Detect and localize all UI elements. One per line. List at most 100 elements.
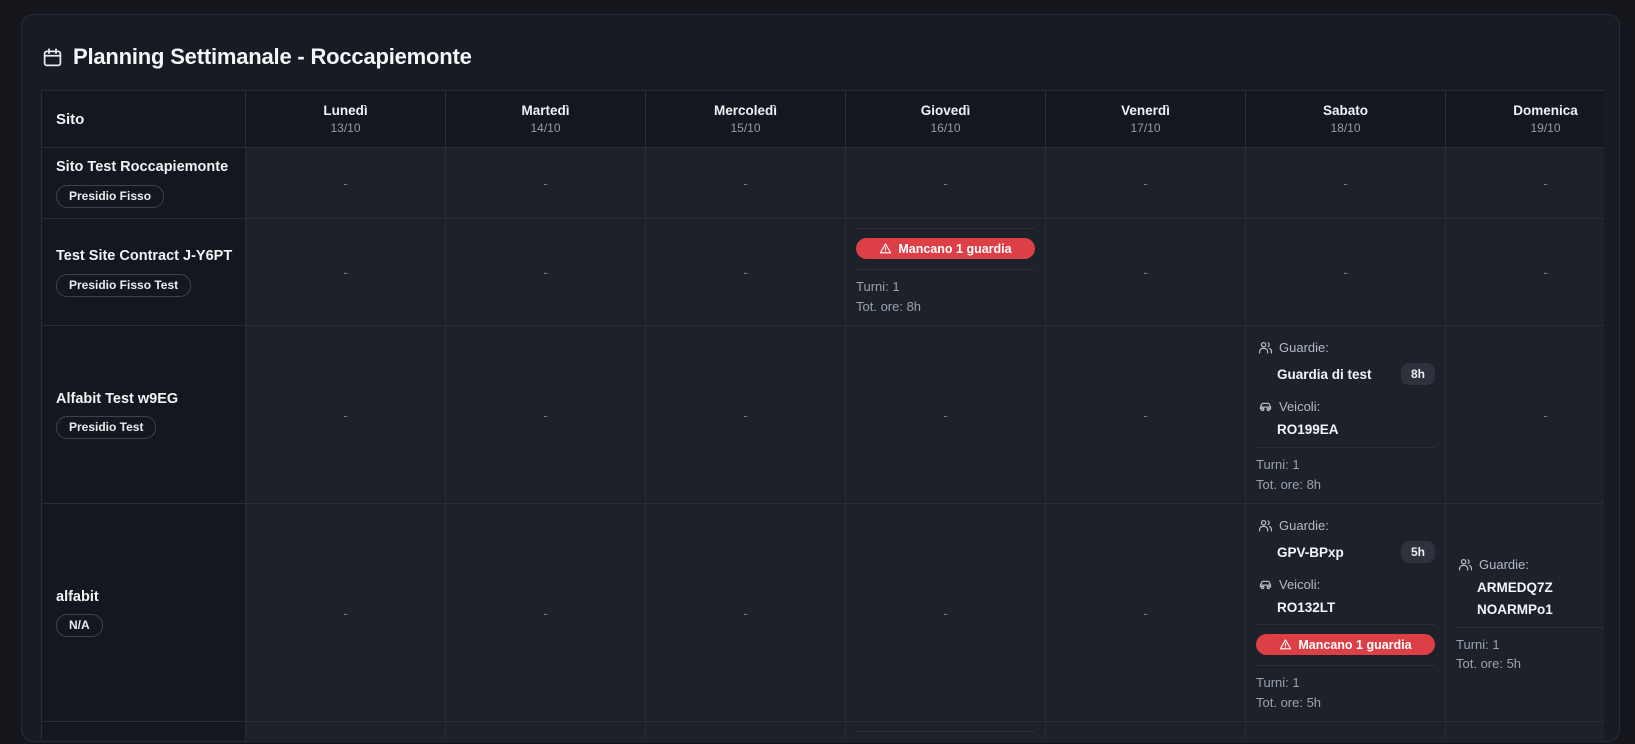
empty-cell-dash: -	[856, 605, 1035, 621]
day-cell[interactable]: -	[646, 504, 846, 722]
shifts-count: Turni: 1	[1456, 635, 1604, 655]
guard-row: GPV-BPxp5h	[1256, 536, 1435, 565]
empty-cell-dash: -	[1056, 407, 1235, 423]
day-cell[interactable]: -	[1246, 722, 1446, 741]
site-type-badge: Presidio Fisso Test	[56, 274, 191, 297]
guards-section: Guardie:Guardia di test8h	[1256, 335, 1435, 394]
site-cell: Test Site Contract J-Y6PTPresidio Fisso …	[42, 219, 246, 326]
day-cell[interactable]: -	[246, 722, 446, 741]
day-cell[interactable]: -	[846, 148, 1046, 219]
day-cell[interactable]: -	[1446, 219, 1605, 326]
day-header-6: Sabato18/10	[1246, 91, 1446, 148]
missing-guard-badge: Mancano 1 guardia	[1256, 634, 1435, 655]
guard-row: Guardia di test8h	[1256, 358, 1435, 387]
site-type-badge: N/A	[56, 614, 103, 637]
empty-cell-dash: -	[456, 175, 635, 191]
day-cell[interactable]: -	[1046, 148, 1246, 219]
site-column-header: Sito	[42, 91, 246, 148]
site-type-badge: Presidio Fisso	[56, 185, 164, 208]
day-cell[interactable]: -	[1446, 722, 1605, 741]
site-name: Sito Test Roccapiemonte	[56, 158, 233, 178]
site-type-badge: Presidio Test	[56, 416, 156, 439]
missing-guard-section: Mancano 1 guardia	[1256, 624, 1435, 664]
table-row: Alfabit Test w9EGPresidio Test-----Guard…	[42, 326, 1605, 504]
day-cell[interactable]: -	[1046, 722, 1246, 741]
guard-hours-badge: 8h	[1401, 363, 1435, 385]
day-cell[interactable]: -	[446, 504, 646, 722]
day-header-2: Martedì14/10	[446, 91, 646, 148]
guards-icon	[1458, 557, 1473, 572]
site-name: alfabit	[56, 588, 233, 608]
warning-icon	[1279, 638, 1292, 651]
missing-guard-section: Mancano 1 guardia	[856, 731, 1035, 740]
day-cell[interactable]: -	[246, 504, 446, 722]
empty-cell-dash: -	[1056, 605, 1235, 621]
vehicle-row: RO199EA	[1256, 417, 1435, 439]
day-cell[interactable]: -	[646, 326, 846, 504]
vehicles-section: Veicoli: RO132LT	[1256, 572, 1435, 624]
shifts-count: Turni: 1	[1256, 455, 1435, 475]
day-name-label: Lunedì	[246, 103, 445, 118]
vehicles-section: Veicoli:RO199EA	[1256, 394, 1435, 446]
guards-section: Guardie:GPV-BPxp5h	[1256, 513, 1435, 572]
day-cell[interactable]: Guardie:ARMEDQ7ZNOARMPo1Turni: 1Tot. ore…	[1446, 504, 1605, 722]
day-cell[interactable]: Mancano 1 guardiaTurni: 1Tot. ore: 8h	[846, 219, 1046, 326]
missing-guard-label: Mancano 1 guardia	[1298, 638, 1411, 652]
day-name-label: Venerdì	[1046, 103, 1245, 118]
cell-content: Guardie:GPV-BPxp5h Veicoli: RO132LT Mancano…	[1256, 513, 1435, 712]
vehicle-row: RO132LT	[1256, 595, 1435, 617]
day-cell[interactable]: -	[846, 504, 1046, 722]
day-cell[interactable]: -	[646, 219, 846, 326]
missing-guard-section: Mancano 1 guardia	[856, 228, 1035, 268]
calendar-icon	[42, 47, 63, 68]
total-hours: Tot. ore: 5h	[1456, 654, 1604, 674]
guards-icon	[1258, 340, 1273, 355]
empty-cell-dash: -	[456, 605, 635, 621]
day-cell[interactable]: -	[446, 219, 646, 326]
day-date-label: 18/10	[1246, 121, 1445, 135]
empty-cell-dash: -	[456, 407, 635, 423]
guards-icon	[1258, 518, 1273, 533]
day-cell[interactable]: Guardie:GPV-BPxp5h Veicoli: RO132LT Mancano…	[1246, 504, 1446, 722]
table-row: Test Site Contract J-Y6PTPresidio Fisso …	[42, 219, 1605, 326]
day-cell[interactable]: Mancano 1 guardiaTurni: 1Tot. ore: 8h	[846, 722, 1046, 741]
day-header-1: Lunedì13/10	[246, 91, 446, 148]
day-cell[interactable]: -	[246, 148, 446, 219]
day-cell[interactable]: -	[446, 326, 646, 504]
empty-cell-dash: -	[656, 175, 835, 191]
day-cell[interactable]: -	[646, 722, 846, 741]
day-cell[interactable]: -	[646, 148, 846, 219]
day-cell[interactable]: -	[446, 148, 646, 219]
day-cell[interactable]: Guardie:Guardia di test8hVeicoli:RO199EA…	[1246, 326, 1446, 504]
site-cell: Alfabit Test w9EGPresidio Test	[42, 326, 246, 504]
cell-content: Mancano 1 guardiaTurni: 1Tot. ore: 8h	[856, 731, 1035, 740]
guards-label-row: Guardie:	[1256, 516, 1435, 536]
empty-cell-dash: -	[856, 407, 1035, 423]
cell-content: Guardie:ARMEDQ7ZNOARMPo1Turni: 1Tot. ore…	[1456, 552, 1604, 674]
day-cell[interactable]: -	[1446, 326, 1605, 504]
guard-name: ARMEDQ7Z	[1477, 580, 1553, 595]
day-cell[interactable]: -	[846, 326, 1046, 504]
total-hours: Tot. ore: 5h	[1256, 693, 1435, 713]
empty-cell-dash: -	[656, 605, 835, 621]
vehicles-label-row: Veicoli:	[1256, 397, 1435, 417]
day-cell[interactable]: -	[1046, 219, 1246, 326]
day-cell[interactable]: -	[246, 326, 446, 504]
day-cell[interactable]: -	[1046, 326, 1246, 504]
day-cell[interactable]: -	[1046, 504, 1246, 722]
day-cell[interactable]: -	[1246, 219, 1446, 326]
empty-cell-dash: -	[1456, 264, 1604, 280]
planning-table: SitoLunedì13/10Martedì14/10Mercoledì15/1…	[41, 90, 1604, 740]
day-header-7: Domenica19/10	[1446, 91, 1605, 148]
day-cell[interactable]: -	[246, 219, 446, 326]
day-cell[interactable]: -	[1446, 148, 1605, 219]
shift-summary: Turni: 1Tot. ore: 8h	[856, 269, 1035, 316]
card-header: Planning Settimanale - Roccapiemonte	[22, 15, 1619, 90]
warning-icon	[879, 242, 892, 255]
empty-cell-dash: -	[1256, 264, 1435, 280]
cell-content: Mancano 1 guardiaTurni: 1Tot. ore: 8h	[856, 228, 1035, 316]
day-cell[interactable]: -	[1246, 148, 1446, 219]
day-cell[interactable]: -	[446, 722, 646, 741]
vehicles-label: Veicoli:	[1279, 577, 1320, 592]
guards-label: Guardie:	[1479, 557, 1529, 572]
